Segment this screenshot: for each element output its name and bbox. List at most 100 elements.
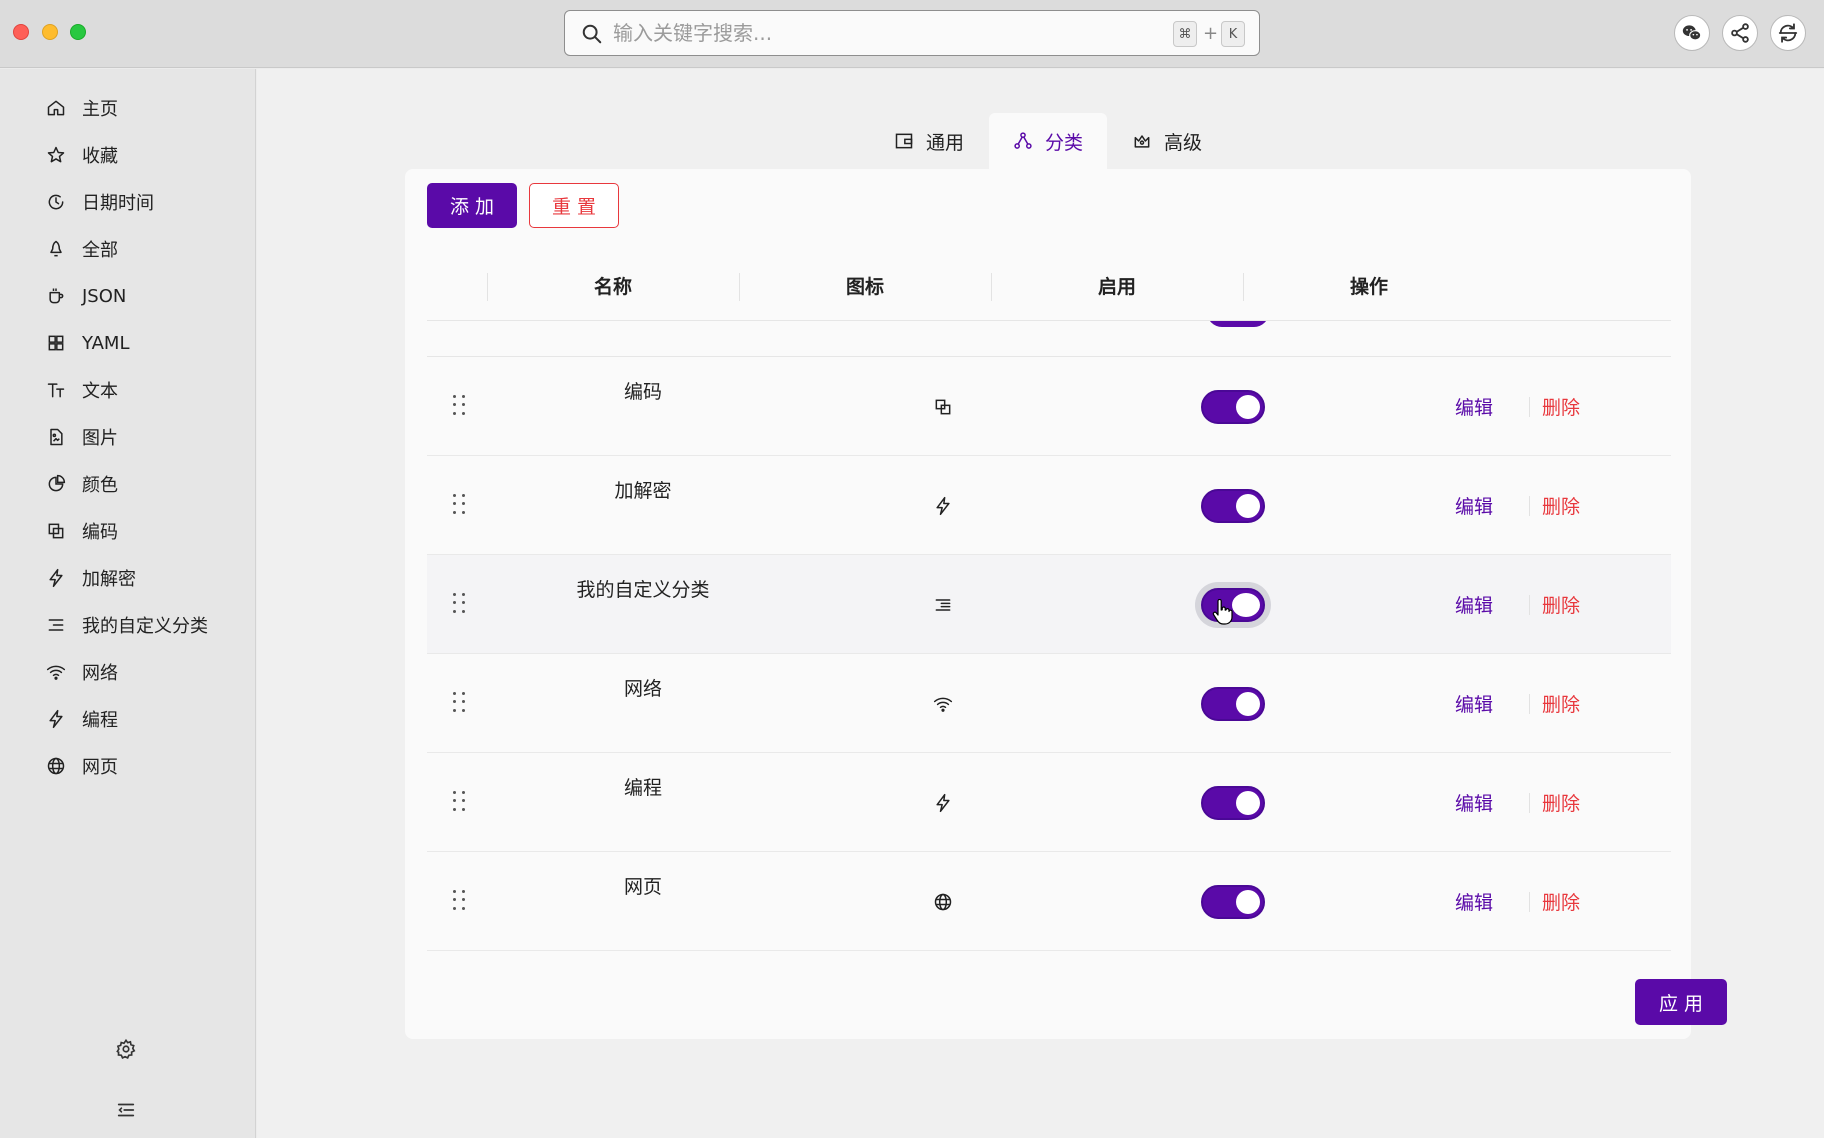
globe-icon [931, 890, 955, 914]
sidebar-item-label: 日期时间 [82, 193, 154, 214]
sidebar-item-text[interactable]: 文本 [44, 372, 244, 408]
file-image-icon [44, 425, 68, 449]
sidebar-item-yaml[interactable]: YAML [44, 325, 244, 361]
settings-button[interactable] [112, 1035, 140, 1063]
search-input[interactable] [613, 19, 1113, 47]
close-window-button[interactable] [13, 24, 29, 40]
collapse-sidebar-button[interactable] [112, 1096, 140, 1124]
reset-button[interactable]: 重置 [529, 183, 619, 228]
sidebar-item-label: 编码 [82, 522, 118, 543]
sidebar-item-favorites[interactable]: 收藏 [44, 137, 244, 173]
sidebar-item-encoding[interactable]: 编码 [44, 513, 244, 549]
enable-toggle[interactable] [1201, 885, 1265, 919]
sidebar-item-datetime[interactable]: 日期时间 [44, 184, 244, 220]
enable-toggle[interactable] [1201, 687, 1265, 721]
apply-button[interactable]: 应用 [1635, 979, 1727, 1025]
edit-link[interactable]: 编辑 [1455, 888, 1493, 915]
sidebar-item-home[interactable]: 主页 [44, 90, 244, 126]
minimize-window-button[interactable] [42, 24, 58, 40]
collapse-menu-icon [117, 1103, 135, 1117]
edit-link[interactable]: 编辑 [1455, 393, 1493, 420]
tab-categories[interactable]: 分类 [989, 113, 1107, 169]
copy-icon [931, 395, 955, 419]
hand-pointer-cursor-icon [1212, 599, 1233, 625]
share-button[interactable] [1722, 15, 1758, 51]
drag-handle-icon[interactable] [453, 791, 467, 813]
delete-link[interactable]: 删除 [1542, 393, 1580, 420]
drag-handle-icon[interactable] [453, 890, 467, 912]
tab-general[interactable]: 通用 [873, 113, 985, 169]
drag-handle-icon[interactable] [453, 395, 467, 417]
delete-link[interactable]: 删除 [1542, 690, 1580, 717]
sidebar-item-label: JSON [82, 285, 127, 307]
column-header-icon: 图标 [845, 275, 884, 298]
sidebar-item-web[interactable]: 网页 [44, 748, 244, 784]
shortcut-plus: + [1203, 23, 1219, 44]
main-panel: 通用 分类 高级 添加 重置 名称 图标 启用 操作 编码 编辑 删除 加解密 … [257, 69, 1824, 1138]
drag-handle-icon[interactable] [453, 593, 467, 615]
sync-button[interactable] [1770, 15, 1806, 51]
tab-label: 分类 [1044, 131, 1083, 154]
clock-icon [44, 190, 68, 214]
sidebar-item-label: YAML [82, 332, 130, 354]
drag-handle-icon[interactable] [453, 692, 467, 714]
toggle-knob [1236, 395, 1260, 419]
sidebar-item-label: 收藏 [82, 146, 118, 167]
home-icon [44, 96, 68, 120]
edit-link[interactable]: 编辑 [1455, 690, 1493, 717]
bolt-icon [931, 494, 955, 518]
shortcut-cmd-key: ⌘ [1173, 21, 1197, 47]
sidebar-item-colors[interactable]: 颜色 [44, 466, 244, 502]
delete-link[interactable]: 删除 [1542, 789, 1580, 816]
zoom-window-button[interactable] [70, 24, 86, 40]
sidebar-item-json[interactable]: JSON [44, 278, 244, 314]
action-divider [1529, 793, 1530, 813]
enable-toggle[interactable] [1201, 489, 1265, 523]
bolt-icon [44, 566, 68, 590]
tab-advanced[interactable]: 高级 [1111, 113, 1223, 169]
wechat-icon [1682, 25, 1702, 41]
sidebar-item-crypto[interactable]: 加解密 [44, 560, 244, 596]
category-name: 编程 [623, 777, 662, 799]
wechat-button[interactable] [1674, 15, 1710, 51]
category-name: 网络 [623, 678, 662, 700]
sidebar-item-label: 文本 [82, 381, 118, 402]
table-row: 网络 编辑 删除 [427, 654, 1671, 753]
delete-link[interactable]: 删除 [1542, 888, 1580, 915]
edit-link[interactable]: 编辑 [1455, 789, 1493, 816]
enable-toggle[interactable] [1201, 390, 1265, 424]
toggle-knob [1236, 494, 1260, 518]
sync-icon [1778, 23, 1798, 43]
sidebar-item-label: 颜色 [82, 475, 118, 496]
add-category-button[interactable]: 添加 [427, 183, 517, 228]
delete-link[interactable]: 删除 [1542, 591, 1580, 618]
tab-label: 高级 [1163, 131, 1202, 154]
enable-toggle[interactable] [1201, 786, 1265, 820]
sidebar-item-all[interactable]: 全部 [44, 231, 244, 267]
sidebar-item-network[interactable]: 网络 [44, 654, 244, 690]
category-name: 编码 [623, 381, 662, 403]
grid-icon [44, 331, 68, 355]
sidebar-item-programming[interactable]: 编程 [44, 701, 244, 737]
column-header-name: 名称 [593, 275, 632, 298]
action-divider [1529, 694, 1530, 714]
list-icon [44, 613, 68, 637]
table-row: 网页 编辑 删除 [427, 852, 1671, 951]
sidebar-item-images[interactable]: 图片 [44, 419, 244, 455]
delete-link[interactable]: 删除 [1542, 492, 1580, 519]
toggle-knob [1232, 593, 1260, 617]
sidebar-item-label: 主页 [82, 99, 118, 120]
table-row-scrolled [427, 321, 1671, 357]
bolt-icon [44, 707, 68, 731]
enable-toggle[interactable] [1207, 321, 1269, 327]
shortcut-k-key: K [1221, 21, 1245, 47]
edit-link[interactable]: 编辑 [1455, 492, 1493, 519]
wifi-icon [44, 660, 68, 684]
search-bar[interactable]: ⌘ + K [564, 10, 1260, 56]
drag-handle-icon[interactable] [453, 494, 467, 516]
edit-link[interactable]: 编辑 [1455, 591, 1493, 618]
text-icon [44, 378, 68, 402]
table-row: 编码 编辑 删除 [427, 357, 1671, 456]
sidebar-item-label: 网页 [82, 757, 118, 778]
sidebar-item-custom[interactable]: 我的自定义分类 [44, 607, 244, 643]
